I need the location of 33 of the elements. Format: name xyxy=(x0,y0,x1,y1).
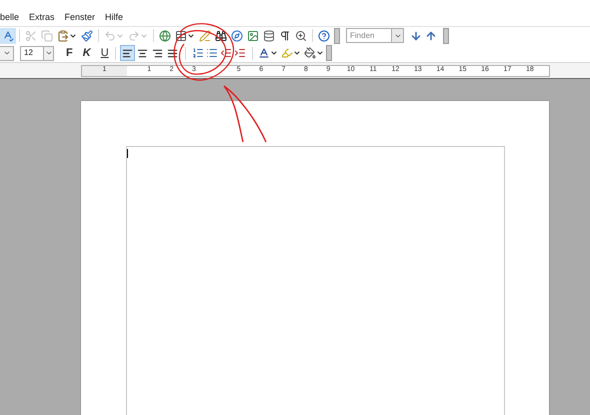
font-size-field[interactable]: 12 xyxy=(20,46,54,60)
menu-item[interactable]: Fenster xyxy=(64,11,96,25)
decrease-indent-icon[interactable] xyxy=(220,47,232,59)
font-color-icon[interactable] xyxy=(258,47,270,59)
caret-icon[interactable] xyxy=(270,49,278,57)
text-cursor xyxy=(127,149,128,158)
increase-indent-icon[interactable] xyxy=(234,47,246,59)
underline-button[interactable]: U xyxy=(98,44,111,62)
search-field[interactable]: Finden xyxy=(347,29,391,42)
numbered-list-icon[interactable] xyxy=(192,47,204,59)
find-previous-icon[interactable] xyxy=(425,30,437,42)
caret-icon[interactable] xyxy=(44,49,52,57)
menu-item[interactable]: belle xyxy=(0,11,20,25)
find-next-icon[interactable] xyxy=(410,30,422,42)
caret-icon[interactable] xyxy=(2,49,10,57)
menu-item[interactable]: Extras xyxy=(29,11,55,25)
arrow-annotation-drawing xyxy=(223,85,267,143)
italic-button[interactable]: K xyxy=(80,44,93,62)
search-combo-box[interactable]: Finden xyxy=(346,28,404,43)
toolbar-handle[interactable] xyxy=(326,45,332,61)
scribbled-circle-annotation xyxy=(174,23,234,81)
caret-icon[interactable] xyxy=(69,32,77,40)
table-icon[interactable] xyxy=(175,30,187,42)
bold-button[interactable]: F xyxy=(64,44,75,62)
toolbar-handle[interactable] xyxy=(334,28,340,44)
font-name-field[interactable] xyxy=(0,46,14,60)
menu-item[interactable]: Hilfe xyxy=(105,11,124,25)
paint-bucket-icon[interactable] xyxy=(304,47,316,59)
caret-icon[interactable] xyxy=(292,49,301,57)
caret-icon[interactable] xyxy=(187,32,195,40)
paste-icon[interactable] xyxy=(57,30,69,42)
caret-icon[interactable] xyxy=(316,49,324,57)
toolbar-handle[interactable] xyxy=(443,28,449,44)
